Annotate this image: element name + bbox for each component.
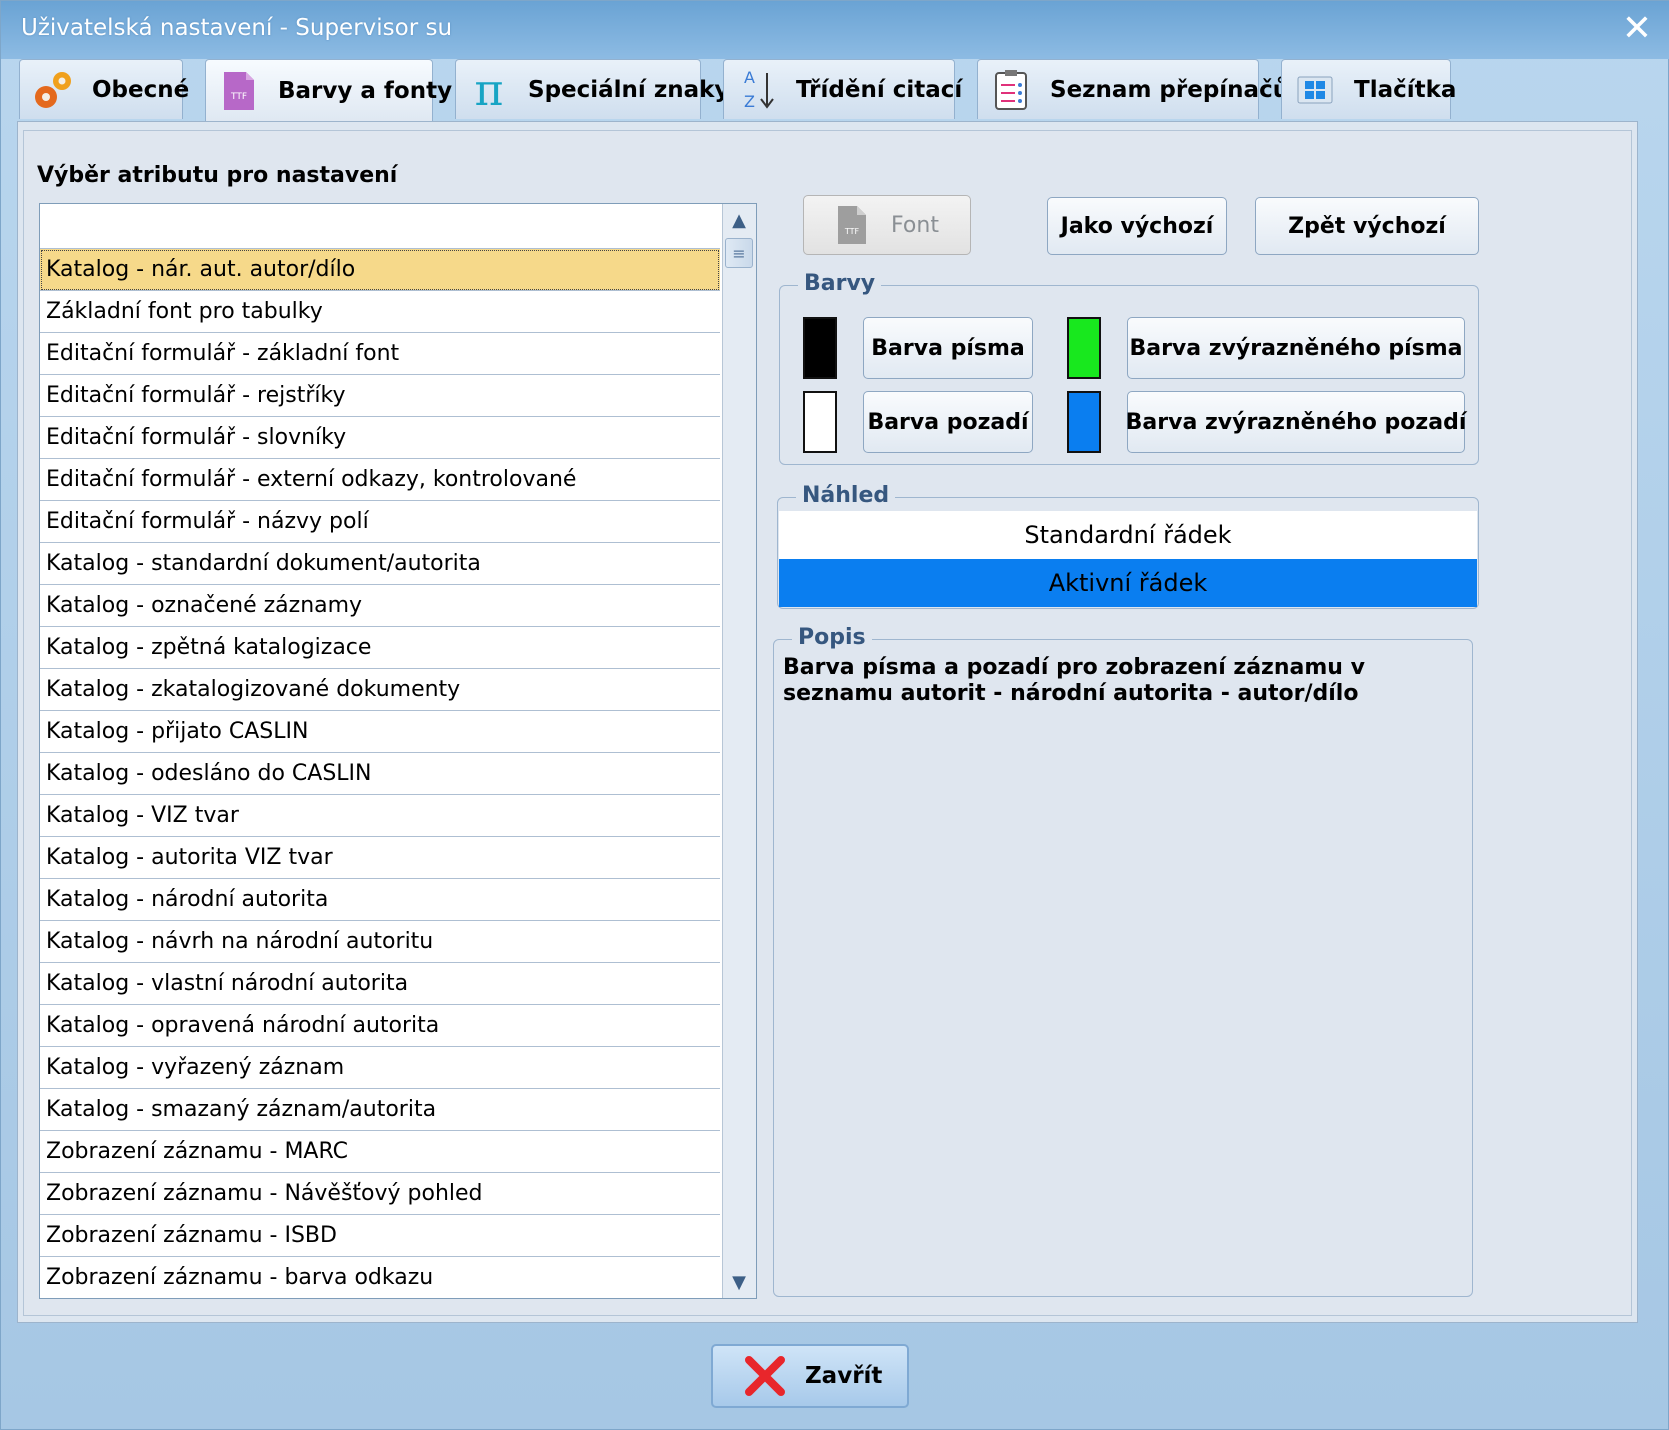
svg-text:A: A — [744, 68, 755, 87]
list-item[interactable]: Editační formulář - základní font — [40, 333, 720, 375]
list-item[interactable]: Zobrazení záznamu - barva odkazu — [40, 1257, 720, 1298]
background-color-swatch — [803, 391, 837, 453]
font-button-label: Font — [891, 212, 939, 238]
list-item[interactable]: Katalog - vyřazený záznam — [40, 1047, 720, 1089]
preview-standard-row: Standardní řádek — [779, 511, 1477, 559]
preview-group-title: Náhled — [796, 483, 896, 508]
tab-label: Seznam přepínačů — [1050, 76, 1290, 103]
description-text: Barva písma a pozadí pro zobrazení zázna… — [783, 655, 1365, 706]
gears-icon — [35, 71, 71, 108]
font-button[interactable]: TTF Font — [803, 195, 971, 255]
settings-window: Uživatelská nastavení - Supervisor su ✕ … — [0, 0, 1669, 1430]
preview-active-row: Aktivní řádek — [779, 559, 1477, 607]
list-scrollbar[interactable]: ▲ ≡ ▼ — [722, 204, 756, 1298]
list-item[interactable]: Katalog - návrh na národní autoritu — [40, 921, 720, 963]
close-button-label: Zavřít — [805, 1363, 883, 1389]
highlight-background-color-button[interactable]: Barva zvýrazněného pozadí — [1126, 391, 1466, 453]
sort-az-icon: A Z — [744, 68, 774, 111]
window-title: Uživatelská nastavení - Supervisor su — [21, 15, 453, 41]
list-item[interactable]: Katalog - odesláno do CASLIN — [40, 753, 720, 795]
close-button[interactable]: Zavřít — [711, 1344, 909, 1408]
scroll-down-icon[interactable]: ▼ — [725, 1268, 753, 1296]
tab-label: Speciální znaky — [528, 76, 730, 103]
tab-specialni-znaky[interactable]: π Speciální znaky — [455, 59, 729, 119]
list-item[interactable]: Katalog - smazaný záznam/autorita — [40, 1089, 720, 1131]
list-item[interactable]: Zobrazení záznamu - Návěšťový pohled — [40, 1173, 720, 1215]
list-item[interactable]: Katalog - označené záznamy — [40, 585, 720, 627]
attribute-list[interactable]: Katalog - nár. aut. autor/dílo Základní f… — [39, 203, 757, 1299]
description-group: Popis — [773, 625, 1473, 1297]
close-icon — [745, 1356, 785, 1396]
close-icon[interactable]: ✕ — [1618, 11, 1656, 49]
tab-tlacitka[interactable]: Tlačítka — [1281, 59, 1456, 119]
attribute-list-rows: Katalog - nár. aut. autor/dílo Základní f… — [40, 204, 720, 1298]
list-item[interactable]: Editační formulář - názvy polí — [40, 501, 720, 543]
list-item[interactable]: Editační formulář - rejstříky — [40, 375, 720, 417]
list-item[interactable]: Zobrazení záznamu - ISBD — [40, 1215, 720, 1257]
list-item[interactable]: Katalog - standardní dokument/autorita — [40, 543, 720, 585]
windows-icon — [1297, 76, 1333, 103]
tab-seznam-prepinacu[interactable]: Seznam přepínačů — [977, 59, 1289, 119]
highlight-font-color-swatch — [1067, 317, 1101, 379]
tab-trideni-citaci[interactable]: A Z Třídění citací — [723, 59, 962, 119]
list-item[interactable]: Zobrazení záznamu - MARC — [40, 1131, 720, 1173]
highlight-background-color-swatch — [1067, 391, 1101, 453]
font-color-swatch — [803, 317, 837, 379]
tab-barvy-a-fonty[interactable]: TTF Barvy a fonty — [205, 59, 452, 121]
pi-icon: π — [475, 67, 504, 113]
list-item[interactable]: Editační formulář - slovníky — [40, 417, 720, 459]
list-item[interactable]: Katalog - nár. aut. autor/dílo — [40, 249, 720, 291]
scroll-up-icon[interactable]: ▲ — [725, 206, 753, 234]
svg-text:TTF: TTF — [230, 92, 247, 102]
list-item[interactable]: Katalog - VIZ tvar — [40, 795, 720, 837]
list-item[interactable]: Základní font pro tabulky — [40, 291, 720, 333]
checklist-icon — [995, 69, 1027, 110]
description-group-title: Popis — [792, 625, 872, 650]
tab-obecne[interactable]: Obecné — [19, 59, 189, 119]
highlight-font-color-button[interactable]: Barva zvýrazněného písma — [1127, 317, 1465, 379]
scroll-thumb[interactable]: ≡ — [725, 238, 753, 268]
colors-group-title: Barvy — [798, 271, 882, 296]
back-default-button[interactable]: Zpět výchozí — [1255, 197, 1479, 255]
tab-label: Barvy a fonty — [278, 77, 453, 104]
font-color-button[interactable]: Barva písma — [863, 317, 1033, 379]
list-item[interactable]: Katalog - autorita VIZ tvar — [40, 837, 720, 879]
attribute-list-label: Výběr atributu pro nastavení — [37, 163, 398, 188]
svg-text:TTF: TTF — [844, 227, 860, 236]
list-item[interactable]: Katalog - opravená národní autorita — [40, 1005, 720, 1047]
tab-label: Obecné — [92, 76, 190, 103]
list-item[interactable]: Katalog - národní autorita — [40, 879, 720, 921]
tab-label: Třídění citací — [796, 76, 963, 103]
as-default-button[interactable]: Jako výchozí — [1047, 197, 1227, 255]
list-item[interactable]: Editační formulář - externí odkazy, kont… — [40, 459, 720, 501]
tab-label: Tlačítka — [1354, 76, 1457, 103]
title-bar: Uživatelská nastavení - Supervisor su ✕ — [1, 1, 1669, 59]
svg-text:Z: Z — [744, 92, 755, 111]
ttf-file-icon: TTF — [838, 206, 867, 244]
list-item[interactable] — [40, 204, 720, 249]
list-item[interactable]: Katalog - vlastní národní autorita — [40, 963, 720, 1005]
svg-text:π: π — [475, 67, 504, 113]
list-item[interactable]: Katalog - zpětná katalogizace — [40, 627, 720, 669]
background-color-button[interactable]: Barva pozadí — [863, 391, 1033, 453]
list-item[interactable]: Katalog - zkatalogizované dokumenty — [40, 669, 720, 711]
ttf-file-icon: TTF — [224, 71, 254, 110]
list-item[interactable]: Katalog - přijato CASLIN — [40, 711, 720, 753]
